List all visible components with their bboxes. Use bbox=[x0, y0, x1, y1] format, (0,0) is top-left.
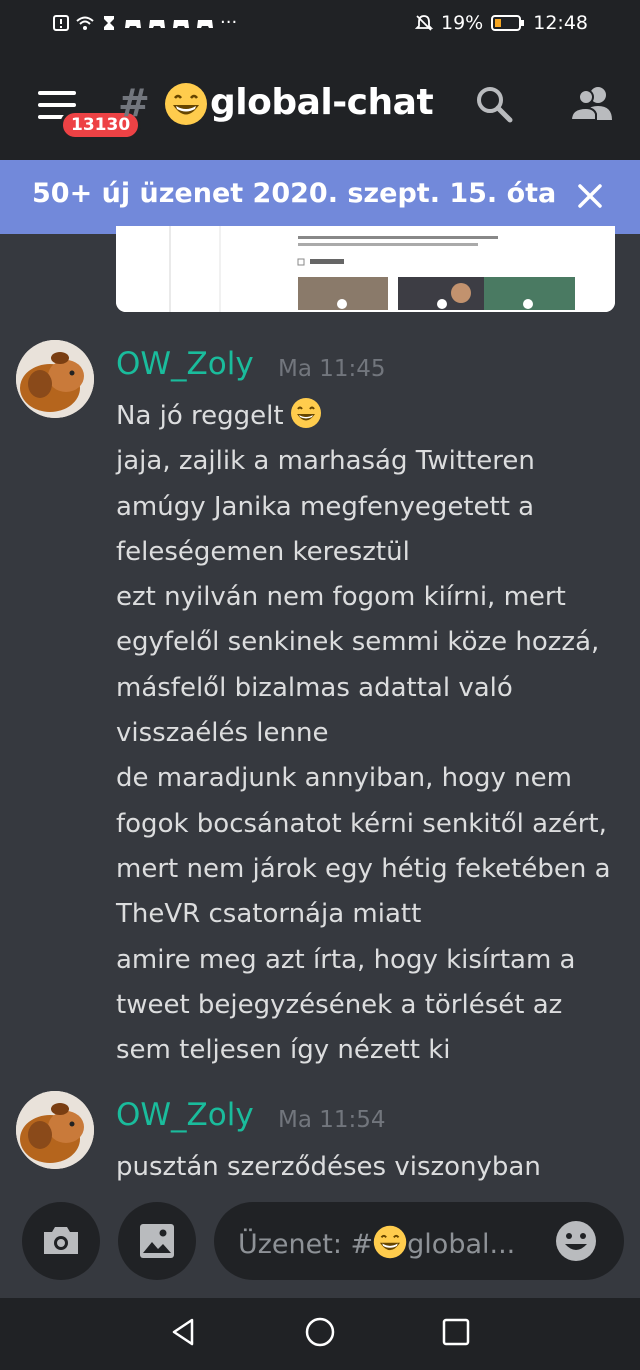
game-controller-icon bbox=[149, 19, 165, 28]
game-controller-icon bbox=[197, 19, 213, 28]
system-nav-bar bbox=[0, 1298, 640, 1370]
message-line: amire meg azt írta, hogy kisírtam a bbox=[116, 944, 576, 975]
camera-icon bbox=[44, 1227, 78, 1254]
message-line: Na jó reggelt bbox=[116, 394, 626, 439]
mute-bell-icon bbox=[415, 15, 433, 31]
battery-percent: 19% bbox=[441, 12, 484, 34]
message-line: jaja, zajlik a marhaság Twitteren bbox=[116, 446, 535, 477]
avatar[interactable] bbox=[16, 1091, 94, 1169]
message-input-placeholder: Üzenet: # global... bbox=[238, 1225, 515, 1260]
grinning-face-icon bbox=[165, 83, 207, 125]
search-icon[interactable] bbox=[474, 84, 514, 124]
message-line: tweet bejegyzésének a törlését az bbox=[116, 989, 563, 1020]
grinning-smile-icon bbox=[290, 398, 321, 428]
home-icon[interactable] bbox=[304, 1316, 336, 1348]
message-line: fogok bocsánatot kérni senkitől azért, bbox=[116, 808, 607, 839]
message-line: visszaélés lenne bbox=[116, 718, 329, 749]
image-button[interactable] bbox=[118, 1202, 196, 1280]
message-line: TheVR csatornája miatt bbox=[116, 899, 422, 930]
battery-icon bbox=[491, 15, 525, 31]
embed-preview-image bbox=[116, 226, 615, 312]
message-line: ezt nyilván nem fogom kiírni, mert bbox=[116, 582, 566, 613]
new-messages-banner[interactable]: 50+ új üzenet 2020. szept. 15. óta bbox=[0, 160, 640, 234]
wifi-icon bbox=[76, 16, 94, 30]
avatar[interactable] bbox=[16, 340, 94, 418]
camera-button[interactable] bbox=[22, 1202, 100, 1280]
message-line: de maradjunk annyiban, hogy nem bbox=[116, 763, 572, 794]
message-line: pusztán szerződéses viszonyban bbox=[116, 1152, 541, 1182]
hourglass-icon bbox=[104, 15, 114, 30]
channel-title[interactable]: global-chat bbox=[210, 82, 434, 123]
game-controller-icon bbox=[125, 19, 141, 28]
recents-icon[interactable] bbox=[440, 1316, 472, 1348]
message-line: egyfelől senkinek semmi köze hozzá, bbox=[116, 627, 600, 658]
message-timestamp: Ma 11:54 bbox=[278, 1107, 386, 1133]
message-content: Na jó reggelt jaja, zajlik a marhaság Tw… bbox=[116, 394, 626, 1073]
message-author[interactable]: OW_Zoly bbox=[116, 346, 254, 382]
alert-icon bbox=[53, 14, 69, 31]
link-embed-card[interactable] bbox=[116, 226, 615, 312]
message-content: pusztán szerződéses viszonyban bbox=[116, 1145, 626, 1190]
clock: 12:48 bbox=[533, 12, 588, 34]
members-icon[interactable] bbox=[568, 84, 614, 124]
message-line: feleségemen keresztül bbox=[116, 536, 410, 567]
message-line: amúgy Janika megfenyegetett a bbox=[116, 491, 535, 522]
message-line: másfelől bizalmas adattal való bbox=[116, 672, 513, 703]
channel-hash-icon: # bbox=[118, 81, 150, 125]
message-line: mert nem járok egy hétig feketében a bbox=[116, 853, 611, 884]
message-line: sem teljesen így nézett ki bbox=[116, 1035, 451, 1066]
back-icon[interactable] bbox=[168, 1316, 200, 1348]
emoji-picker-icon[interactable] bbox=[555, 1220, 597, 1262]
message-author[interactable]: OW_Zoly bbox=[116, 1097, 254, 1133]
image-icon bbox=[140, 1224, 174, 1258]
new-messages-text: 50+ új üzenet 2020. szept. 15. óta bbox=[32, 178, 557, 209]
game-controller-icon bbox=[173, 19, 189, 28]
grinning-face-icon bbox=[373, 1225, 407, 1259]
more-dots-icon: ··· bbox=[220, 12, 238, 33]
status-bar: ··· 19% 12:48 bbox=[0, 0, 640, 48]
message-timestamp: Ma 11:45 bbox=[278, 356, 386, 382]
close-icon[interactable] bbox=[576, 182, 604, 210]
